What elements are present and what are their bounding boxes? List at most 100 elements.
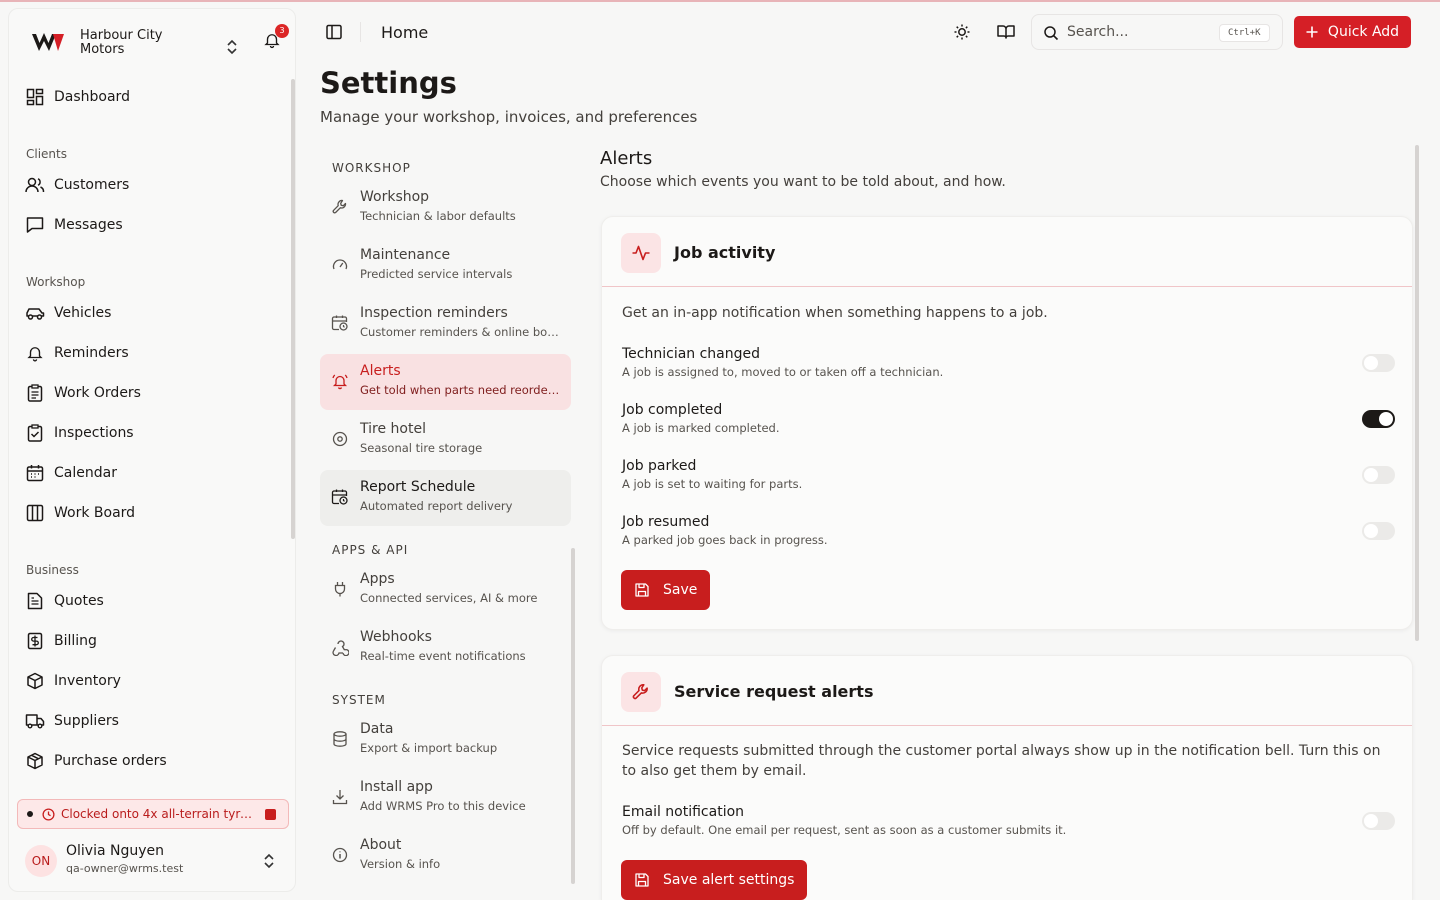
sidebar-scrollbar[interactable] (291, 79, 295, 539)
settings-nav-desc: Technician & labor defaults (360, 209, 516, 223)
card-title: Job activity (674, 243, 776, 262)
sidebar-item-label: Inspections (54, 425, 134, 441)
plug-icon (334, 582, 346, 597)
settings-nav-label: Inspection reminders (360, 305, 508, 321)
wrench-icon (332, 199, 347, 214)
sidebar-item-billing[interactable]: Billing (25, 625, 289, 657)
user-menu[interactable]: ON Olivia Nguyen qa-owner@wrms.test (25, 841, 289, 881)
settings-nav-apps[interactable]: Apps Connected services, AI & more (320, 562, 571, 618)
status-dot (27, 811, 33, 817)
sidebar-item-label: Messages (54, 217, 123, 233)
sidebar-item-label: Customers (54, 177, 130, 193)
stop-clock-button[interactable] (265, 808, 276, 820)
sidebar-item-customers[interactable]: Customers (25, 169, 289, 201)
sidebar-item-work-board[interactable]: Work Board (25, 497, 289, 529)
settings-nav-tire-hotel[interactable]: Tire hotel Seasonal tire storage (320, 412, 571, 468)
sidebar-item-label: Suppliers (54, 713, 119, 729)
settings-nav-label: Tire hotel (360, 421, 426, 437)
job-resumed-toggle[interactable] (1362, 522, 1395, 540)
save-alert-settings-button[interactable]: Save alert settings (621, 860, 808, 900)
truck-icon (25, 711, 45, 731)
settings-nav-maintenance[interactable]: Maintenance Predicted service intervals (320, 238, 571, 294)
gauge-icon (332, 259, 348, 270)
sidebar-section-clients: Clients (26, 147, 67, 161)
settings-nav-data[interactable]: Data Export & import backup (320, 712, 571, 768)
row-title-email-notification: Email notification (622, 804, 745, 820)
calendar-clock-icon (331, 315, 348, 331)
columns-icon (25, 503, 45, 523)
quick-add-button[interactable]: Quick Add (1294, 16, 1411, 48)
sidebar-item-label: Work Orders (54, 385, 141, 401)
breadcrumb[interactable]: Home (381, 23, 428, 42)
settings-nav-scrollbar[interactable] (571, 548, 575, 884)
sidebar-item-calendar[interactable]: Calendar (25, 457, 289, 489)
toggle-knob (1364, 524, 1378, 538)
toggle-knob (1364, 356, 1378, 370)
sidebar: Harbour City Motors 3 Dashboard Clients … (8, 8, 296, 892)
settings-nav-label: Maintenance (360, 247, 451, 263)
settings-nav-label: Workshop (360, 189, 430, 205)
settings-nav-about[interactable]: About Version & info (320, 828, 571, 884)
settings-nav-report-schedule[interactable]: Report Schedule Automated report deliver… (320, 470, 571, 526)
sidebar-item-inspections[interactable]: Inspections (25, 417, 289, 449)
sidebar-item-work-orders[interactable]: Work Orders (25, 377, 289, 409)
sidebar-item-quotes[interactable]: Quotes (25, 585, 289, 617)
users-icon (25, 175, 45, 195)
sidebar-item-reminders[interactable]: Reminders (25, 337, 289, 369)
wrench-icon (621, 672, 661, 712)
bell-ring-icon (332, 374, 348, 390)
row-desc: A job is assigned to, moved to or taken … (622, 365, 944, 379)
chevrons-up-down-icon[interactable] (225, 37, 239, 57)
sidebar-toggle-icon[interactable] (325, 23, 343, 41)
search-input[interactable]: Search... Ctrl+K (1031, 14, 1283, 50)
toggle-knob (1379, 412, 1393, 426)
settings-nav-label: Report Schedule (360, 479, 476, 495)
sidebar-item-suppliers[interactable]: Suppliers (25, 705, 289, 737)
download-icon (332, 790, 348, 805)
theme-toggle-sun-icon[interactable] (952, 22, 972, 42)
settings-nav-inspection-reminders[interactable]: Inspection reminders Customer reminders … (320, 296, 571, 352)
settings-nav-label: About (360, 837, 402, 853)
clipboard-list-icon (25, 383, 45, 403)
brand-name: Harbour City Motors (80, 28, 163, 57)
dollar-icon (25, 631, 45, 651)
settings-nav-alerts[interactable]: Alerts Get told when parts need reorderi… (320, 354, 571, 410)
sidebar-item-label: Billing (54, 633, 97, 649)
sidebar-item-inventory[interactable]: Inventory (25, 665, 289, 697)
settings-nav-workshop[interactable]: Workshop Technician & labor defaults (320, 180, 571, 236)
settings-nav-label: Data (360, 721, 394, 737)
technician-changed-toggle[interactable] (1362, 354, 1395, 372)
sidebar-item-dashboard[interactable]: Dashboard (25, 81, 289, 113)
content-scrollbar[interactable] (1415, 145, 1419, 641)
row-desc: A job is marked completed. (622, 421, 780, 435)
save-icon (635, 583, 649, 597)
sidebar-section-business: Business (26, 563, 79, 577)
clock-status-bar[interactable]: Clocked onto 4x all-terrain tyre replace… (17, 799, 289, 829)
settings-section-system: SYSTEM (332, 693, 386, 707)
row-title-technician-changed: Technician changed (622, 346, 761, 362)
book-open-icon[interactable] (996, 22, 1016, 42)
sidebar-item-messages[interactable]: Messages (25, 209, 289, 241)
job-parked-toggle[interactable] (1362, 466, 1395, 484)
job-completed-toggle[interactable] (1362, 410, 1395, 428)
package-icon (25, 751, 45, 771)
settings-nav-label: Install app (360, 779, 433, 795)
settings-nav-install-app[interactable]: Install app Add WRMS Pro to this device (320, 770, 571, 826)
card-intro: Get an in-app notification when somethin… (622, 305, 1048, 321)
settings-nav-webhooks[interactable]: Webhooks Real-time event notifications (320, 620, 571, 676)
save-button[interactable]: Save (621, 570, 711, 610)
calendar-clock-icon (331, 489, 348, 505)
webhook-icon (332, 640, 349, 656)
sidebar-item-vehicles[interactable]: Vehicles (25, 297, 289, 329)
brand-switcher[interactable]: Harbour City Motors (29, 27, 289, 71)
sidebar-item-purchase-orders[interactable]: Purchase orders (25, 745, 289, 777)
settings-nav-desc: Export & import backup (360, 741, 498, 755)
user-name: Olivia Nguyen (66, 843, 165, 859)
settings-nav-desc: Predicted service intervals (360, 267, 513, 281)
settings-nav-desc: Customer reminders & online booking (360, 325, 560, 339)
save-alert-settings-label: Save alert settings (663, 872, 795, 888)
file-text-icon (25, 591, 45, 611)
sidebar-item-label: Dashboard (54, 89, 130, 105)
email-notification-toggle[interactable] (1362, 812, 1395, 830)
database-icon (333, 731, 347, 747)
